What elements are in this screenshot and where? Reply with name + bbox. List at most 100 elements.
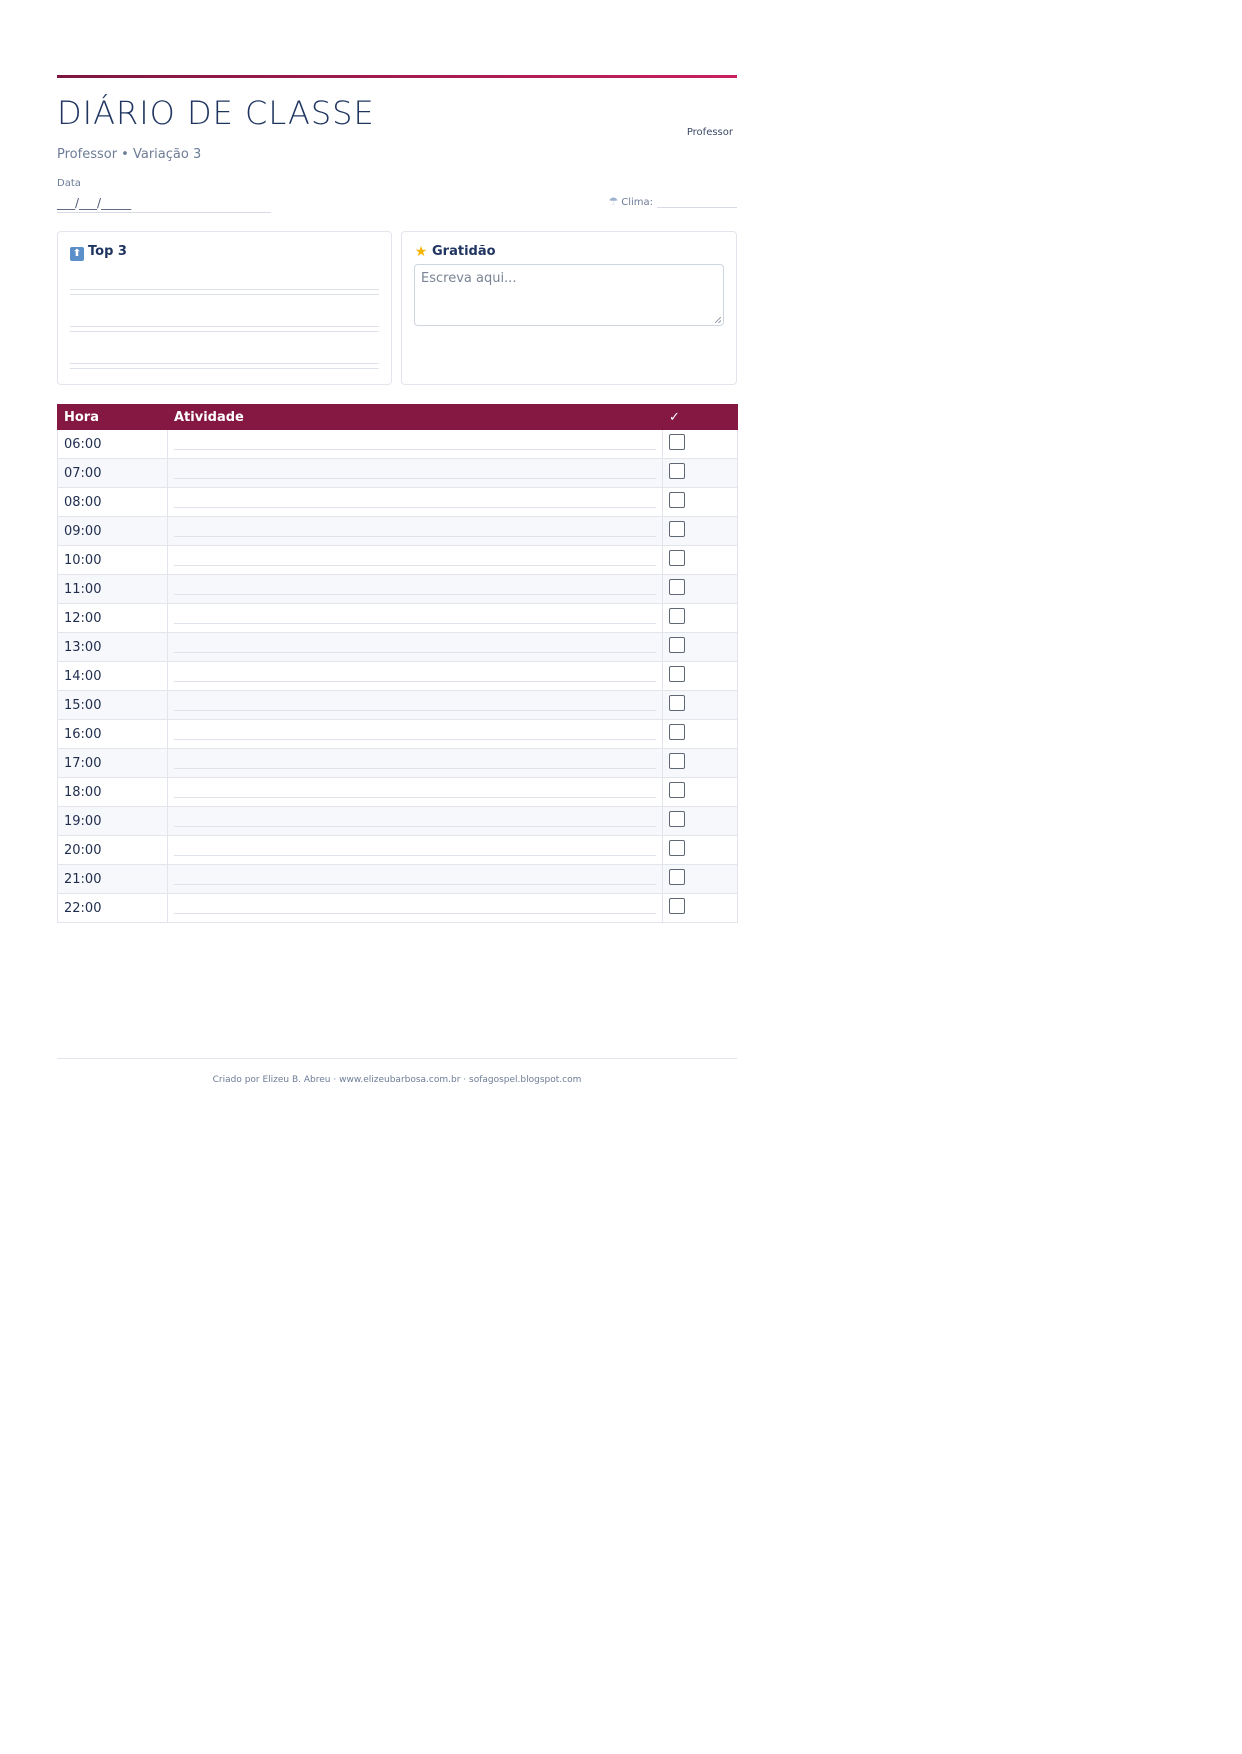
table-row: 09:00 <box>57 516 738 546</box>
activity-input-line[interactable] <box>174 640 656 653</box>
activity-input-line[interactable] <box>174 524 656 537</box>
top3-line-2b <box>70 331 379 332</box>
hour-cell: 18:00 <box>57 777 168 807</box>
table-row: 21:00 <box>57 864 738 894</box>
activity-input-line[interactable] <box>174 756 656 769</box>
task-checkbox[interactable] <box>669 695 685 711</box>
activity-input-line[interactable] <box>174 495 656 508</box>
activity-input-line[interactable] <box>174 814 656 827</box>
task-checkbox[interactable] <box>669 666 685 682</box>
hour-cell: 07:00 <box>57 458 168 488</box>
top3-line-3[interactable] <box>70 363 379 364</box>
weather-input-line[interactable] <box>657 197 737 208</box>
activity-cell[interactable] <box>167 632 663 662</box>
check-cell <box>662 748 738 778</box>
task-checkbox[interactable] <box>669 637 685 653</box>
task-checkbox[interactable] <box>669 550 685 566</box>
activity-cell[interactable] <box>167 661 663 691</box>
table-row: 06:00 <box>57 429 738 459</box>
task-checkbox[interactable] <box>669 492 685 508</box>
task-checkbox[interactable] <box>669 753 685 769</box>
task-checkbox[interactable] <box>669 811 685 827</box>
task-checkbox[interactable] <box>669 521 685 537</box>
top3-line-1[interactable] <box>70 289 379 290</box>
task-checkbox[interactable] <box>669 608 685 624</box>
table-row: 17:00 <box>57 748 738 778</box>
activity-input-line[interactable] <box>174 785 656 798</box>
activity-input-line[interactable] <box>174 582 656 595</box>
task-checkbox[interactable] <box>669 724 685 740</box>
activity-cell[interactable] <box>167 777 663 807</box>
activity-cell[interactable] <box>167 748 663 778</box>
hour-cell: 19:00 <box>57 806 168 836</box>
top3-line-2[interactable] <box>70 326 379 327</box>
task-checkbox[interactable] <box>669 898 685 914</box>
hour-cell: 09:00 <box>57 516 168 546</box>
date-field[interactable]: ___/___/_____ <box>57 196 271 213</box>
activity-input-line[interactable] <box>174 843 656 856</box>
resize-handle-icon[interactable] <box>715 317 721 323</box>
top3-line-3b <box>70 368 379 369</box>
activity-cell[interactable] <box>167 458 663 488</box>
activity-cell[interactable] <box>167 835 663 865</box>
activity-cell[interactable] <box>167 574 663 604</box>
task-checkbox[interactable] <box>669 869 685 885</box>
activity-cell[interactable] <box>167 893 663 923</box>
task-checkbox[interactable] <box>669 463 685 479</box>
table-row: 14:00 <box>57 661 738 691</box>
hour-cell: 14:00 <box>57 661 168 691</box>
activity-input-line[interactable] <box>174 901 656 914</box>
col-check-header: ✓ <box>662 404 738 430</box>
table-row: 16:00 <box>57 719 738 749</box>
activity-input-line[interactable] <box>174 466 656 479</box>
top3-card: ⬆ Top 3 <box>57 231 392 385</box>
date-label: Data <box>57 178 81 189</box>
check-cell <box>662 690 738 720</box>
hour-cell: 10:00 <box>57 545 168 575</box>
weather-icon: ☂ <box>608 195 619 208</box>
check-cell <box>662 603 738 633</box>
table-row: 18:00 <box>57 777 738 807</box>
activity-cell[interactable] <box>167 864 663 894</box>
activity-cell[interactable] <box>167 487 663 517</box>
page-subtitle: Professor • Variação 3 <box>57 147 202 162</box>
hour-cell: 20:00 <box>57 835 168 865</box>
activity-cell[interactable] <box>167 545 663 575</box>
check-cell <box>662 458 738 488</box>
activity-input-line[interactable] <box>174 669 656 682</box>
check-cell <box>662 429 738 459</box>
activity-cell[interactable] <box>167 603 663 633</box>
check-cell <box>662 893 738 923</box>
activity-cell[interactable] <box>167 516 663 546</box>
hour-cell: 15:00 <box>57 690 168 720</box>
activity-cell[interactable] <box>167 719 663 749</box>
weather-field[interactable]: ☂ Clima: <box>608 195 737 208</box>
check-cell <box>662 835 738 865</box>
activity-cell[interactable] <box>167 690 663 720</box>
hour-cell: 11:00 <box>57 574 168 604</box>
activity-input-line[interactable] <box>174 437 656 450</box>
table-row: 15:00 <box>57 690 738 720</box>
activity-input-line[interactable] <box>174 553 656 566</box>
task-checkbox[interactable] <box>669 840 685 856</box>
task-checkbox[interactable] <box>669 782 685 798</box>
table-row: 20:00 <box>57 835 738 865</box>
activity-input-line[interactable] <box>174 727 656 740</box>
table-row: 11:00 <box>57 574 738 604</box>
check-cell <box>662 574 738 604</box>
task-checkbox[interactable] <box>669 579 685 595</box>
activity-input-line[interactable] <box>174 872 656 885</box>
hour-cell: 13:00 <box>57 632 168 662</box>
gratitude-heading: ★ Gratidão <box>414 244 496 260</box>
activity-cell[interactable] <box>167 429 663 459</box>
activity-input-line[interactable] <box>174 698 656 711</box>
star-icon: ★ <box>414 244 428 260</box>
task-checkbox[interactable] <box>669 434 685 450</box>
activity-input-line[interactable] <box>174 611 656 624</box>
hour-cell: 22:00 <box>57 893 168 923</box>
table-row: 13:00 <box>57 632 738 662</box>
table-row: 07:00 <box>57 458 738 488</box>
gratitude-textarea[interactable]: Escreva aqui... <box>414 264 724 326</box>
activity-cell[interactable] <box>167 806 663 836</box>
up-arrow-icon: ⬆ <box>70 247 84 261</box>
